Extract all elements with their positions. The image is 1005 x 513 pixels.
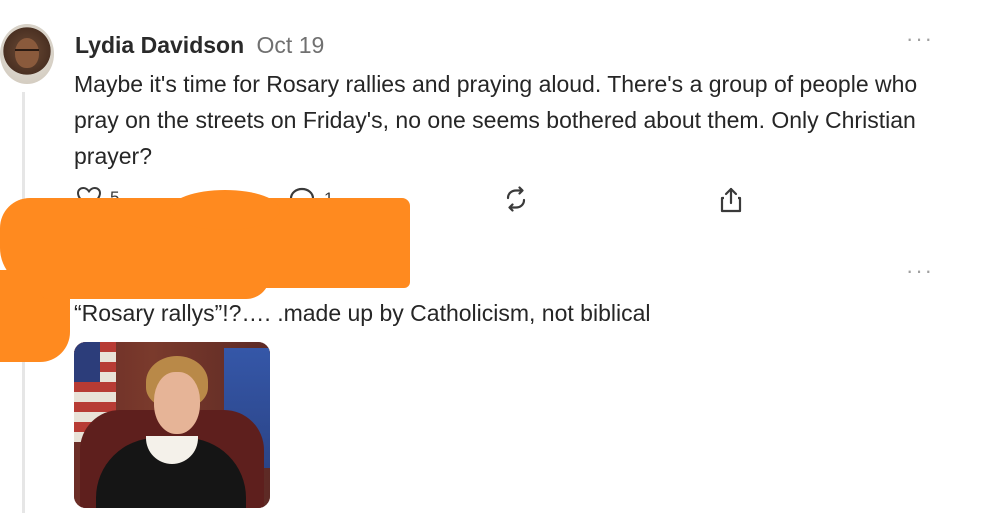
redaction-block-blob	[170, 190, 280, 230]
gif-flag-canton	[74, 342, 100, 382]
more-options-icon[interactable]: ···	[906, 260, 934, 282]
avatar[interactable]	[0, 24, 54, 84]
more-options-icon[interactable]: ···	[906, 28, 934, 50]
author-name[interactable]: Lydia Davidson	[75, 32, 244, 58]
post-header: Lydia Davidson Oct 19	[75, 32, 324, 58]
gif-face	[154, 372, 200, 434]
post-date[interactable]: Oct 19	[257, 32, 325, 58]
avatar-glasses	[15, 49, 39, 57]
share-button[interactable]	[718, 186, 744, 214]
repost-icon	[506, 186, 526, 212]
redaction-block-mid	[40, 275, 270, 299]
repost-button[interactable]	[503, 186, 529, 212]
reply-text: “Rosary rallys”!?…. .made up by Catholic…	[74, 300, 651, 326]
reply-gif-image[interactable]	[74, 342, 270, 508]
post-text: Maybe it's time for Rosary rallies and p…	[74, 71, 918, 169]
share-icon	[720, 187, 742, 213]
